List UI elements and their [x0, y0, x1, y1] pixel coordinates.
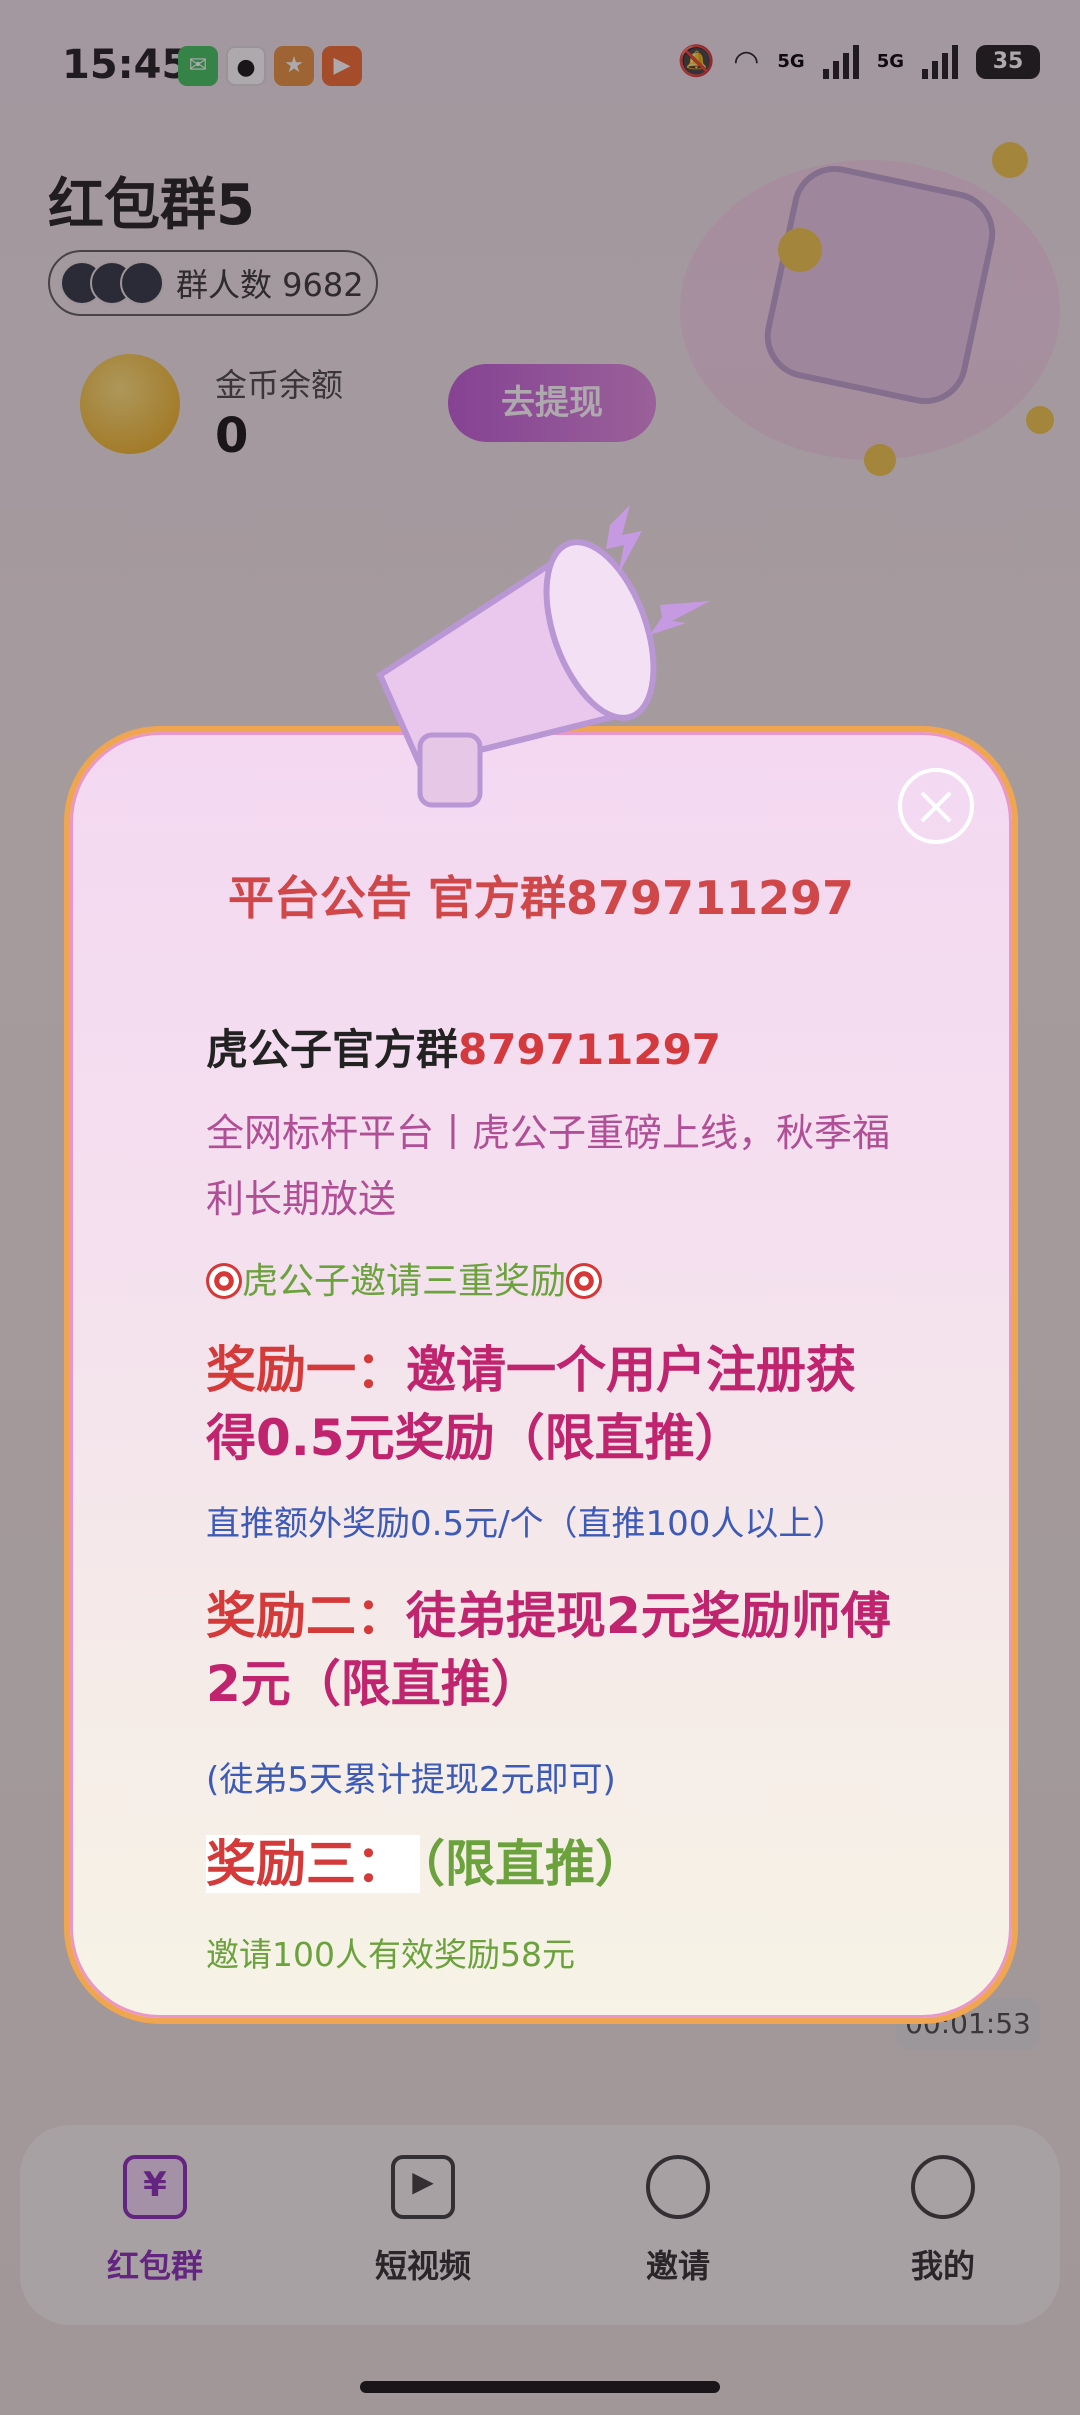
- reward-one: 奖励一：邀请一个用户注册获得0.5元奖励（限直推）: [206, 1336, 896, 1472]
- reward-header-text: 虎公子邀请三重奖励: [242, 1261, 567, 1302]
- reward-one-label: 奖励一：: [206, 1341, 406, 1399]
- official-group-line: 虎公子官方群879711297: [206, 1016, 896, 1077]
- reward-two: 奖励二：徒弟提现2元奖励师傅2元（限直推）: [206, 1582, 896, 1718]
- reward-three-note: 邀请100人有效奖励58元: [206, 1935, 575, 1974]
- reward-three-text: （限直推）: [420, 1835, 645, 1893]
- reward-two-label: 奖励二：: [206, 1587, 406, 1645]
- target-icon: [206, 1263, 242, 1299]
- close-icon[interactable]: [898, 768, 974, 844]
- official-group-number: 879711297: [458, 1025, 722, 1074]
- megaphone-icon: [376, 505, 710, 808]
- reward-header: 虎公子邀请三重奖励: [206, 1252, 896, 1304]
- intro-text: 全网标杆平台丨虎公子重磅上线，秋季福利长期放送: [206, 1111, 891, 1221]
- notice-title: 平台公告 官方群879711297: [227, 871, 855, 925]
- reward-one-note: 直推额外奖励0.5元/个（直推100人以上）: [206, 1504, 847, 1544]
- reward-three: 奖励三： （限直推）: [206, 1830, 896, 1898]
- target-icon: [566, 1263, 603, 1299]
- official-group-prefix: 虎公子官方群: [206, 1025, 459, 1074]
- reward-three-label: 奖励三：: [206, 1835, 420, 1893]
- reward-two-note: (徒弟5天累计提现2元即可): [206, 1760, 616, 1800]
